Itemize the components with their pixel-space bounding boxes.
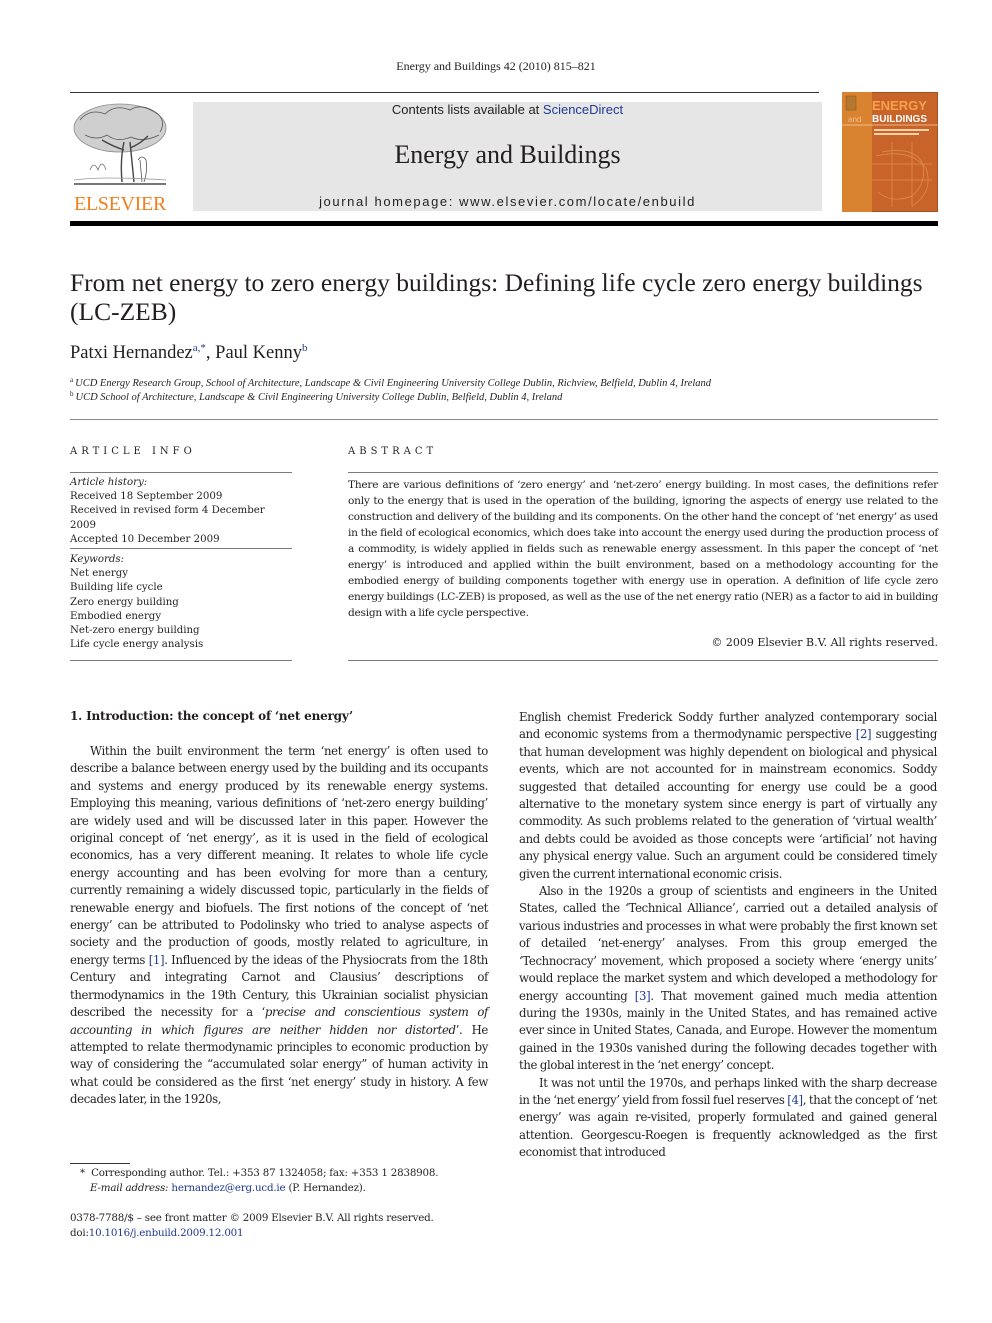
citation-link[interactable]: [3] xyxy=(635,989,651,1003)
body-paragraph: Also in the 1920s a group of scientists … xyxy=(519,883,937,1074)
affiliation-key: a xyxy=(70,376,74,384)
author-name: Patxi Hernandez xyxy=(70,343,193,363)
cover-title-energy: ENERGY xyxy=(872,98,927,113)
article-info-heading: ARTICLE INFO xyxy=(70,446,196,457)
article-info-rule xyxy=(70,660,292,661)
keywords-label: Keywords: xyxy=(70,554,125,565)
sciencedirect-link[interactable]: ScienceDirect xyxy=(543,102,623,117)
email-suffix: (P. Hernandez). xyxy=(285,1182,366,1194)
abstract-rule xyxy=(348,660,938,661)
email-label: E-mail address: xyxy=(90,1182,169,1194)
keyword: Life cycle energy analysis xyxy=(70,639,204,651)
journal-homepage[interactable]: journal homepage: www.elsevier.com/locat… xyxy=(193,194,822,209)
keyword: Building life cycle xyxy=(70,582,163,594)
abstract-rule xyxy=(348,472,938,473)
affiliation-text: UCD Energy Research Group, School of Arc… xyxy=(75,378,712,389)
journal-name: Energy and Buildings xyxy=(394,140,621,169)
keyword: Embodied energy xyxy=(70,610,162,622)
running-head: Energy and Buildings 42 (2010) 815–821 xyxy=(396,59,596,73)
masthead-top-rule xyxy=(70,92,819,93)
journal-cover-image: ENERGY and BUILDINGS xyxy=(841,91,939,213)
citation-link[interactable]: [1] xyxy=(149,953,165,967)
cover-title-buildings: BUILDINGS xyxy=(872,114,927,125)
keywords: Keywords: Net energy Building life cycle… xyxy=(70,553,292,652)
history-entry: Received in revised form 4 December 2009 xyxy=(70,505,265,531)
body-paragraph: Within the built environment the term ‘n… xyxy=(70,743,488,1109)
history-entry: Received 18 September 2009 xyxy=(70,491,223,503)
affiliation-key: b xyxy=(70,390,74,398)
section-heading: 1. Introduction: the concept of ‘net ene… xyxy=(70,709,354,723)
masthead-thick-rule xyxy=(70,221,938,226)
history-entry: Accepted 10 December 2009 xyxy=(70,533,220,545)
article-history-label: Article history: xyxy=(70,477,148,488)
author-affiliation-marker[interactable]: a,* xyxy=(193,342,206,354)
affiliation-a: a UCD Energy Research Group, School of Ar… xyxy=(70,376,711,389)
corresponding-author-footnote: * Corresponding author. Tel.: +353 87 13… xyxy=(80,1167,439,1179)
article-info-rule xyxy=(70,548,292,549)
article-info-rule xyxy=(70,472,292,473)
body-text: suggesting that human development was hi… xyxy=(519,727,937,881)
author-name: Paul Kenny xyxy=(215,343,303,363)
affiliation-b: b UCD School of Architecture, Landscape &… xyxy=(70,390,562,403)
title-block-rule xyxy=(70,419,938,420)
doi-link[interactable]: 10.1016/j.enbuild.2009.12.001 xyxy=(89,1227,244,1239)
author-list: Patxi Hernandeza,*, Paul Kennyb xyxy=(70,342,308,364)
email-link[interactable]: hernandez@erg.ucd.ie xyxy=(171,1182,285,1194)
cover-title-and: and xyxy=(848,115,861,124)
body-text: Within the built environment the term ‘n… xyxy=(70,744,488,967)
abstract-heading: ABSTRACT xyxy=(348,446,438,457)
keyword: Net energy xyxy=(70,568,129,580)
elsevier-wordmark: ELSEVIER xyxy=(73,193,167,215)
body-column-left: Within the built environment the term ‘n… xyxy=(70,743,488,1109)
keyword: Net-zero energy building xyxy=(70,625,200,637)
doi-prefix: doi: xyxy=(70,1227,89,1239)
body-paragraph: It was not until the 1970s, and perhaps … xyxy=(519,1075,937,1162)
citation-link[interactable]: [4] xyxy=(787,1093,803,1107)
footnote-marker: * xyxy=(80,1167,85,1179)
body-paragraph: English chemist Frederick Soddy further … xyxy=(519,709,937,883)
email-footnote: E-mail address: hernandez@erg.ucd.ie (P.… xyxy=(90,1182,366,1194)
doi-line: doi:10.1016/j.enbuild.2009.12.001 xyxy=(70,1227,244,1239)
author-separator: , xyxy=(205,343,216,363)
affiliation-text: UCD School of Architecture, Landscape & … xyxy=(75,392,563,403)
body-text: Also in the 1920s a group of scientists … xyxy=(519,884,937,1003)
keyword: Zero energy building xyxy=(70,596,179,608)
abstract-text: There are various definitions of ‘zero e… xyxy=(348,479,938,619)
author-affiliation-marker[interactable]: b xyxy=(302,342,308,354)
abstract-copyright: © 2009 Elsevier B.V. All rights reserved… xyxy=(711,636,938,649)
article-title: From net energy to zero energy buildings… xyxy=(70,268,923,326)
citation-link[interactable]: [2] xyxy=(856,727,872,741)
article-history: Article history: Received 18 September 2… xyxy=(70,476,292,547)
contents-prefix: Contents lists available at xyxy=(391,102,543,117)
footnote-text: Corresponding author. Tel.: +353 87 1324… xyxy=(91,1167,439,1179)
contents-line: Contents lists available at ScienceDirec… xyxy=(193,102,822,117)
footnote-rule xyxy=(70,1163,130,1164)
issn-line: 0378-7788/$ – see front matter © 2009 El… xyxy=(70,1212,434,1224)
body-column-right: English chemist Frederick Soddy further … xyxy=(519,709,937,1162)
